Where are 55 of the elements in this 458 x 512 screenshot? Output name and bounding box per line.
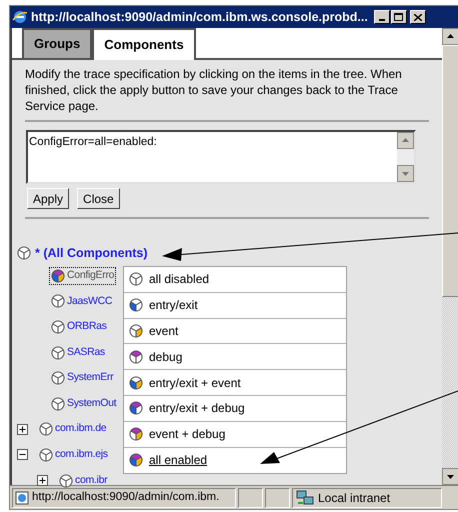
menu-item[interactable]: event <box>124 318 346 344</box>
menu-item-label: event <box>149 322 178 340</box>
menu-item[interactable]: all disabled <box>124 267 346 293</box>
menu-item[interactable]: entry/exit + event <box>124 370 346 396</box>
scroll-up-icon[interactable] <box>442 28 458 45</box>
minimize-icon <box>378 19 385 21</box>
tree-item[interactable]: SystemOut <box>67 396 116 412</box>
tree-root[interactable]: * (All Components) <box>35 244 148 262</box>
tab[interactable]: Groups <box>22 28 92 58</box>
tree-item[interactable]: SystemErr <box>67 370 114 386</box>
tree-item-focus[interactable]: ConfigErro <box>49 266 116 285</box>
page-icon <box>15 490 29 504</box>
tree-item[interactable]: ORBRas <box>67 319 107 335</box>
scroll-down-icon[interactable] <box>442 468 458 485</box>
tree-item[interactable]: com.ibm.ejs <box>55 447 108 463</box>
menu-item-label: all enabled <box>149 452 208 470</box>
page-scrollbar[interactable] <box>442 28 458 485</box>
trace-spec-value: ConfigError=all=enabled: <box>28 135 158 150</box>
tab[interactable]: Components <box>92 28 196 60</box>
minimize-button[interactable] <box>374 10 390 24</box>
menu-item-label: event + debug <box>149 426 226 444</box>
menu-item-label: entry/exit <box>149 297 198 314</box>
action-button[interactable]: Apply <box>27 188 70 209</box>
close-button[interactable] <box>410 10 426 24</box>
menu-item[interactable]: entry/exit + debug <box>124 396 346 422</box>
expand-icon[interactable] <box>17 424 28 435</box>
expand-icon[interactable] <box>37 475 48 486</box>
status-panel <box>265 488 290 508</box>
empty-pie-icon <box>17 246 31 260</box>
close-icon <box>414 14 422 20</box>
collapse-icon[interactable] <box>17 449 28 460</box>
menu-item-label: entry/exit + debug <box>149 400 245 418</box>
action-button[interactable]: Close <box>77 188 120 209</box>
tree-item[interactable]: ConfigErro <box>67 268 114 284</box>
tree-item[interactable]: com.ibm.de <box>55 421 106 438</box>
status-zone: Local intranet <box>318 490 390 506</box>
maximize-icon <box>394 13 404 21</box>
browser-icon <box>12 9 28 25</box>
menu-item-label: all disabled <box>149 271 210 288</box>
menu-item[interactable]: debug <box>124 344 346 370</box>
status-panel <box>238 488 263 508</box>
tree-item[interactable]: SASRas <box>67 344 105 360</box>
tree-item[interactable]: com.ibr <box>75 472 108 488</box>
status-url: http://localhost:9090/admin/com.ibm. <box>32 490 220 505</box>
menu-item[interactable]: all enabled <box>124 448 346 474</box>
window-title: http://localhost:9090/admin/com.ibm.ws.console.probd... <box>31 8 368 26</box>
maximize-button[interactable] <box>390 10 407 24</box>
menu-item[interactable]: entry/exit <box>124 292 346 319</box>
network-icon <box>296 490 314 506</box>
trace-spec-field[interactable]: ConfigError=all=enabled: <box>26 130 416 184</box>
tree-item[interactable]: JaasWCC <box>67 294 112 310</box>
menu-item[interactable]: event + debug <box>124 422 346 448</box>
menu-item-label: entry/exit + event <box>149 374 241 392</box>
menu-item-label: debug <box>149 348 182 366</box>
description-text: Modify the trace specification by clicking on the items in the tree. When finished, click the apply button to save your changes back to the Trace Service page. <box>25 66 403 114</box>
